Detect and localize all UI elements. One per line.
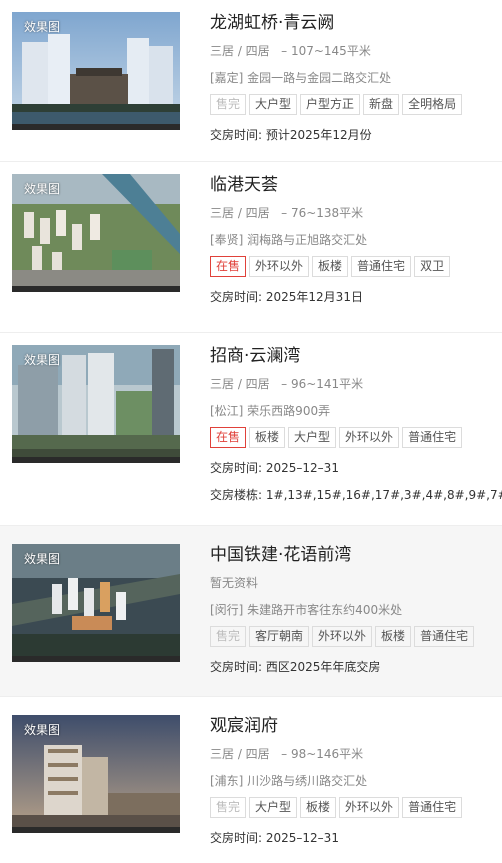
listing-title[interactable]: 临港天荟 bbox=[210, 174, 502, 196]
listing-info: 龙湖虹桥·青云阙 三居 / 四居 – 107~145平米 [嘉定] 金园一路与金… bbox=[210, 12, 502, 161]
listing-info: 招商·云澜湾 三居 / 四居 – 96~141平米 [松江] 荣乐西路900弄 … bbox=[210, 345, 502, 525]
listing-card[interactable]: 效果图 观宸润府 三居 / 四居 – 98~146平米 [浦东] 川沙路与绣川路… bbox=[0, 697, 502, 863]
listing-card[interactable]: 效果图 临港天荟 三居 / 四居 – 76~138平米 [奉贤] 润梅路与正旭路… bbox=[0, 162, 502, 333]
status-badge: 售完 bbox=[210, 94, 247, 115]
listing-card[interactable]: 效果图 龙湖虹桥·青云阙 三居 / 四居 – 107~145平米 [嘉定] 金园… bbox=[0, 0, 502, 162]
feature-tag: 板楼 bbox=[312, 256, 349, 277]
feature-tag: 普通住宅 bbox=[351, 256, 412, 277]
listing-meta: 三居 / 四居 – 96~141平米 bbox=[210, 375, 502, 392]
listing-title[interactable]: 龙湖虹桥·青云阙 bbox=[210, 12, 502, 34]
image-bar bbox=[12, 457, 180, 463]
listing-area: – 98~146平米 bbox=[281, 747, 364, 761]
delivery-value: 2025–12–31 bbox=[265, 461, 339, 475]
feature-tag: 大户型 bbox=[288, 427, 337, 448]
listing-tags: 售完 客厅朝南 外环以外 板楼 普通住宅 bbox=[210, 626, 502, 648]
image-bar bbox=[12, 124, 180, 130]
feature-tag: 新盘 bbox=[363, 94, 400, 115]
image-tag: 效果图 bbox=[24, 552, 61, 566]
listing-image[interactable]: 效果图 bbox=[12, 12, 180, 130]
listing-area: – 76~138平米 bbox=[281, 206, 364, 220]
listing-rooms: 三居 / 四居 bbox=[210, 206, 270, 220]
listing-rooms: 三居 / 四居 bbox=[210, 377, 270, 391]
feature-tag: 板楼 bbox=[375, 626, 412, 647]
listing-address: [闵行] 朱建路开市客往东约400米处 bbox=[210, 603, 403, 617]
feature-tag: 外环以外 bbox=[339, 797, 400, 818]
listing-rooms: 三居 / 四居 bbox=[210, 747, 270, 761]
delivery-time: 交房时间: 预计2025年12月份 bbox=[210, 126, 502, 143]
listing-image[interactable]: 效果图 bbox=[12, 345, 180, 463]
delivery-value: 2025年12月31日 bbox=[265, 290, 363, 304]
feature-tag: 普通住宅 bbox=[414, 626, 475, 647]
feature-tag: 板楼 bbox=[300, 797, 337, 818]
feature-tag: 双卫 bbox=[414, 256, 451, 277]
status-badge: 在售 bbox=[210, 427, 247, 448]
feature-tag: 外环以外 bbox=[339, 427, 400, 448]
delivery-buildings: 交房楼栋: 1#,13#,15#,16#,17#,3#,4#,8#,9#,7#,… bbox=[210, 486, 502, 503]
listing-area: – 96~141平米 bbox=[281, 377, 364, 391]
status-badge: 在售 bbox=[210, 256, 247, 277]
feature-tag: 板楼 bbox=[249, 427, 286, 448]
image-tag: 效果图 bbox=[24, 353, 61, 367]
listing-meta: 三居 / 四居 – 107~145平米 bbox=[210, 42, 502, 59]
listing-tags: 售完 大户型 户型方正 新盘 全明格局 bbox=[210, 94, 502, 116]
feature-tag: 普通住宅 bbox=[402, 797, 463, 818]
delivery-time: 交房时间: 2025–12–31 bbox=[210, 829, 502, 846]
listing-tags: 售完 大户型 板楼 外环以外 普通住宅 bbox=[210, 797, 502, 819]
image-tag: 效果图 bbox=[24, 723, 61, 737]
listing-title[interactable]: 观宸润府 bbox=[210, 715, 502, 737]
listing-rooms: 暂无资料 bbox=[210, 576, 259, 590]
delivery-value: 西区2025年年底交房 bbox=[265, 660, 381, 674]
image-tag: 效果图 bbox=[24, 20, 61, 34]
delivery-time: 交房时间: 2025年12月31日 bbox=[210, 288, 502, 305]
buildings-value: 1#,13#,15#,16#,17#,3#,4#,8#,9#,7#,11#,12… bbox=[265, 488, 502, 502]
image-bar bbox=[12, 656, 180, 662]
listing-meta: 三居 / 四居 – 76~138平米 bbox=[210, 204, 502, 221]
listing-card[interactable]: 效果图 中国铁建·花语前湾 暂无资料 [闵行] 朱建路开市客往东约400米处 售… bbox=[0, 526, 502, 697]
status-badge: 售完 bbox=[210, 797, 247, 818]
listing-info: 中国铁建·花语前湾 暂无资料 [闵行] 朱建路开市客往东约400米处 售完 客厅朝… bbox=[210, 544, 502, 696]
listing-area: – 107~145平米 bbox=[281, 44, 371, 58]
delivery-value: 预计2025年12月份 bbox=[265, 128, 372, 142]
buildings-label: 交房楼栋: bbox=[210, 488, 263, 502]
delivery-value: 2025–12–31 bbox=[265, 831, 339, 845]
listing-tags: 在售 板楼 大户型 外环以外 普通住宅 bbox=[210, 427, 502, 449]
listing-rooms: 三居 / 四居 bbox=[210, 44, 270, 58]
delivery-time: 交房时间: 西区2025年年底交房 bbox=[210, 658, 502, 675]
listing-tags: 在售 外环以外 板楼 普通住宅 双卫 bbox=[210, 256, 502, 278]
feature-tag: 外环以外 bbox=[249, 256, 310, 277]
delivery-label: 交房时间: bbox=[210, 461, 263, 475]
delivery-time: 交房时间: 2025–12–31 bbox=[210, 459, 502, 476]
feature-tag: 客厅朝南 bbox=[249, 626, 310, 647]
listing-title[interactable]: 招商·云澜湾 bbox=[210, 345, 502, 367]
delivery-label: 交房时间: bbox=[210, 831, 263, 845]
feature-tag: 户型方正 bbox=[300, 94, 361, 115]
listing-image[interactable]: 效果图 bbox=[12, 544, 180, 662]
delivery-label: 交房时间: bbox=[210, 660, 263, 674]
listing-address: [浦东] 川沙路与绣川路交汇处 bbox=[210, 774, 368, 788]
status-badge: 售完 bbox=[210, 626, 247, 647]
image-bar bbox=[12, 286, 180, 292]
delivery-label: 交房时间: bbox=[210, 128, 263, 142]
feature-tag: 全明格局 bbox=[402, 94, 463, 115]
listing-address: [奉贤] 润梅路与正旭路交汇处 bbox=[210, 233, 368, 247]
feature-tag: 外环以外 bbox=[312, 626, 373, 647]
listing-meta: 暂无资料 bbox=[210, 574, 502, 591]
listing-title[interactable]: 中国铁建·花语前湾 bbox=[210, 544, 502, 566]
feature-tag: 大户型 bbox=[249, 797, 298, 818]
listing-info: 临港天荟 三居 / 四居 – 76~138平米 [奉贤] 润梅路与正旭路交汇处 … bbox=[210, 174, 502, 332]
listing-image[interactable]: 效果图 bbox=[12, 174, 180, 292]
listing-list: 效果图 龙湖虹桥·青云阙 三居 / 四居 – 107~145平米 [嘉定] 金园… bbox=[0, 0, 502, 863]
listing-card[interactable]: 效果图 招商·云澜湾 三居 / 四居 – 96~141平米 [松江] 荣乐西路9… bbox=[0, 333, 502, 526]
image-bar bbox=[12, 827, 180, 833]
feature-tag: 普通住宅 bbox=[402, 427, 463, 448]
feature-tag: 大户型 bbox=[249, 94, 298, 115]
listing-address: [嘉定] 金园一路与金园二路交汇处 bbox=[210, 71, 392, 85]
listing-image[interactable]: 效果图 bbox=[12, 715, 180, 833]
listing-meta: 三居 / 四居 – 98~146平米 bbox=[210, 745, 502, 762]
listing-info: 观宸润府 三居 / 四居 – 98~146平米 [浦东] 川沙路与绣川路交汇处 … bbox=[210, 715, 502, 863]
listing-address: [松江] 荣乐西路900弄 bbox=[210, 404, 331, 418]
delivery-label: 交房时间: bbox=[210, 290, 263, 304]
image-tag: 效果图 bbox=[24, 182, 61, 196]
